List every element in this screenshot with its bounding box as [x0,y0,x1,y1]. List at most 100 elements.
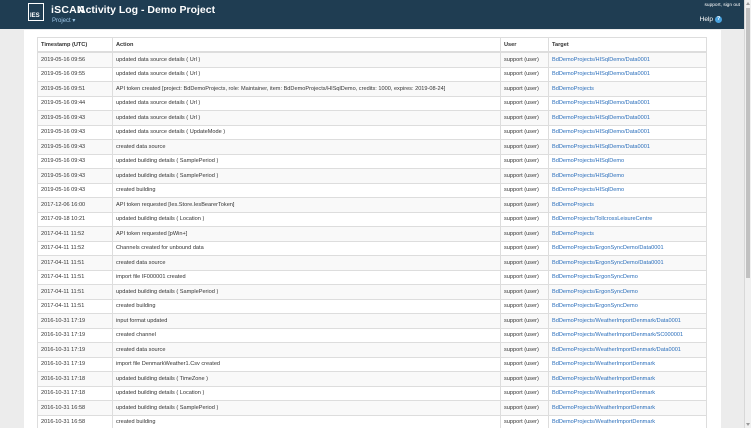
table-row: 2016-10-31 16:58 updated building details… [37,400,707,416]
timestamp-cell: 2017-04-11 11:51 [37,298,113,314]
action-cell: updated data source details ( Url ) [112,110,501,126]
table-body: 2019-05-16 09:56 updated data source deta… [37,51,707,428]
table-row: 2017-04-11 11:52 API token requested [pWi… [37,226,707,242]
user-cell: support (user) [500,226,549,242]
target-link[interactable]: BdDemoProjects/HISqlDemo/Data0001 [548,66,707,82]
target-link[interactable]: BdDemoProjects/HISqlDemo/Data0001 [548,95,707,111]
activity-log-panel: Timestamp (UTC) Action User Target 2019-… [24,30,721,428]
user-cell: support (user) [500,51,549,68]
target-link[interactable]: BdDemoProjects [548,81,707,97]
table-row: 2017-04-11 11:52 Channels created for unb… [37,240,707,256]
timestamp-cell: 2019-05-16 09:55 [37,66,113,82]
action-cell: created data source [112,255,501,271]
activity-log-table: Timestamp (UTC) Action User Target 2019-… [37,37,707,428]
target-link[interactable]: BdDemoProjects/WeatherImportDenmark/Data… [548,313,707,329]
target-link[interactable]: BdDemoProjects/HISqlDemo/Data0001 [548,124,707,140]
table-row: 2016-10-31 16:58 created building support … [37,414,707,428]
user-cell: support (user) [500,414,549,428]
target-link[interactable]: BdDemoProjects/HISqlDemo/Data0001 [548,139,707,155]
timestamp-cell: 2019-05-16 09:43 [37,168,113,184]
target-link[interactable]: BdDemoProjects/HISqlDemo [548,168,707,184]
user-cell: support (user) [500,400,549,416]
timestamp-cell: 2017-04-11 11:51 [37,269,113,285]
scroll-thumb[interactable] [746,8,750,278]
target-link[interactable]: BdDemoProjects/HISqlDemo/Data0001 [548,110,707,126]
timestamp-cell: 2019-05-16 09:51 [37,81,113,97]
target-link[interactable]: BdDemoProjects/TollcrossLeisureCentre [548,211,707,227]
help-label: Help [699,16,713,23]
timestamp-cell: 2019-05-16 09:43 [37,182,113,198]
target-link[interactable]: BdDemoProjects/WeatherImportDenmark [548,400,707,416]
target-link[interactable]: BdDemoProjects/ErgonSyncDemo/Data0001 [548,240,707,256]
table-row: 2019-05-16 09:43 created data source suppo… [37,139,707,155]
timestamp-cell: 2019-05-16 09:44 [37,95,113,111]
action-cell: updated data source details ( Url ) [112,51,501,68]
target-link[interactable]: BdDemoProjects/ErgonSyncDemo [548,298,707,314]
table-row: 2019-05-16 09:51 API token created [proje… [37,81,707,97]
action-cell: API token requested [pWin+] [112,226,501,242]
action-cell: created building [112,414,501,428]
user-cell: support (user) [500,110,549,126]
project-dropdown[interactable]: Project ▾ [52,17,75,24]
target-link[interactable]: BdDemoProjects/ErgonSyncDemo [548,284,707,300]
timestamp-cell: 2016-10-31 17:18 [37,371,113,387]
target-link[interactable]: BdDemoProjects/HISqlDemo/Data0001 [548,51,707,68]
target-link[interactable]: BdDemoProjects/WeatherImportDenmark [548,414,707,428]
target-link[interactable]: BdDemoProjects/WeatherImportDenmark/Data… [548,342,707,358]
table-row: 2017-04-11 11:51 created data source suppo… [37,255,707,271]
target-link[interactable]: BdDemoProjects/WeatherImportDenmark/SC00… [548,327,707,343]
table-row: 2019-05-16 09:43 updated data source deta… [37,110,707,126]
action-cell: import file DenmarkWeather1.Csv created [112,356,501,372]
table-row: 2017-04-11 11:51 updated building details… [37,284,707,300]
action-cell: updated building details ( SamplePeriod … [112,153,501,169]
timestamp-cell: 2016-10-31 16:58 [37,414,113,428]
action-cell: created building [112,298,501,314]
table-row: 2019-05-16 09:55 updated data source deta… [37,66,707,82]
target-link[interactable]: BdDemoProjects/HISqlDemo [548,182,707,198]
action-cell: created data source [112,342,501,358]
action-cell: updated building details ( Location ) [112,385,501,401]
ies-logo[interactable]: IES [28,3,44,21]
help-link[interactable]: Help ? [700,16,722,23]
user-cell: support (user) [500,327,549,343]
user-cell: support (user) [500,284,549,300]
scroll-up-icon[interactable] [746,2,750,5]
vertical-scrollbar[interactable] [744,0,751,428]
table-row: 2016-10-31 17:19 created data source suppo… [37,342,707,358]
user-cell: support (user) [500,298,549,314]
timestamp-cell: 2016-10-31 17:19 [37,313,113,329]
target-link[interactable]: BdDemoProjects [548,197,707,213]
target-link[interactable]: BdDemoProjects/WeatherImportDenmark [548,371,707,387]
table-row: 2019-05-16 09:56 updated data source deta… [37,51,707,68]
target-link[interactable]: BdDemoProjects/WeatherImportDenmark [548,385,707,401]
table-row: 2016-10-31 17:18 updated building details… [37,371,707,387]
action-cell: created channel [112,327,501,343]
user-cell: support (user) [500,211,549,227]
action-cell: import file IF000001 created [112,269,501,285]
action-cell: updated building details ( Location ) [112,211,501,227]
action-cell: updated building details ( SamplePeriod … [112,168,501,184]
user-cell: support (user) [500,139,549,155]
user-cell: support (user) [500,81,549,97]
user-links[interactable]: support, sign out [705,3,740,8]
target-link[interactable]: BdDemoProjects/HISqlDemo [548,153,707,169]
target-link[interactable]: BdDemoProjects/ErgonSyncDemo [548,269,707,285]
timestamp-cell: 2016-10-31 16:58 [37,400,113,416]
action-cell: updated data source details ( UpdateMode… [112,124,501,140]
table-row: 2019-05-16 09:43 created building support … [37,182,707,198]
timestamp-cell: 2019-05-16 09:56 [37,51,113,68]
user-cell: support (user) [500,371,549,387]
user-cell: support (user) [500,255,549,271]
table-row: 2016-10-31 17:19 import file DenmarkWeath… [37,356,707,372]
user-cell: support (user) [500,182,549,198]
target-link[interactable]: BdDemoProjects/ErgonSyncDemo/Data0001 [548,255,707,271]
table-row: 2017-12-06 16:00 API token requested [Ies… [37,197,707,213]
table-row: 2016-10-31 17:19 input format updated supp… [37,313,707,329]
scroll-down-icon[interactable] [746,423,750,426]
timestamp-cell: 2017-04-11 11:51 [37,255,113,271]
timestamp-cell: 2016-10-31 17:18 [37,385,113,401]
target-link[interactable]: BdDemoProjects [548,226,707,242]
target-link[interactable]: BdDemoProjects/WeatherImportDenmark [548,356,707,372]
timestamp-cell: 2019-05-16 09:43 [37,139,113,155]
action-cell: updated building details ( SamplePeriod … [112,284,501,300]
